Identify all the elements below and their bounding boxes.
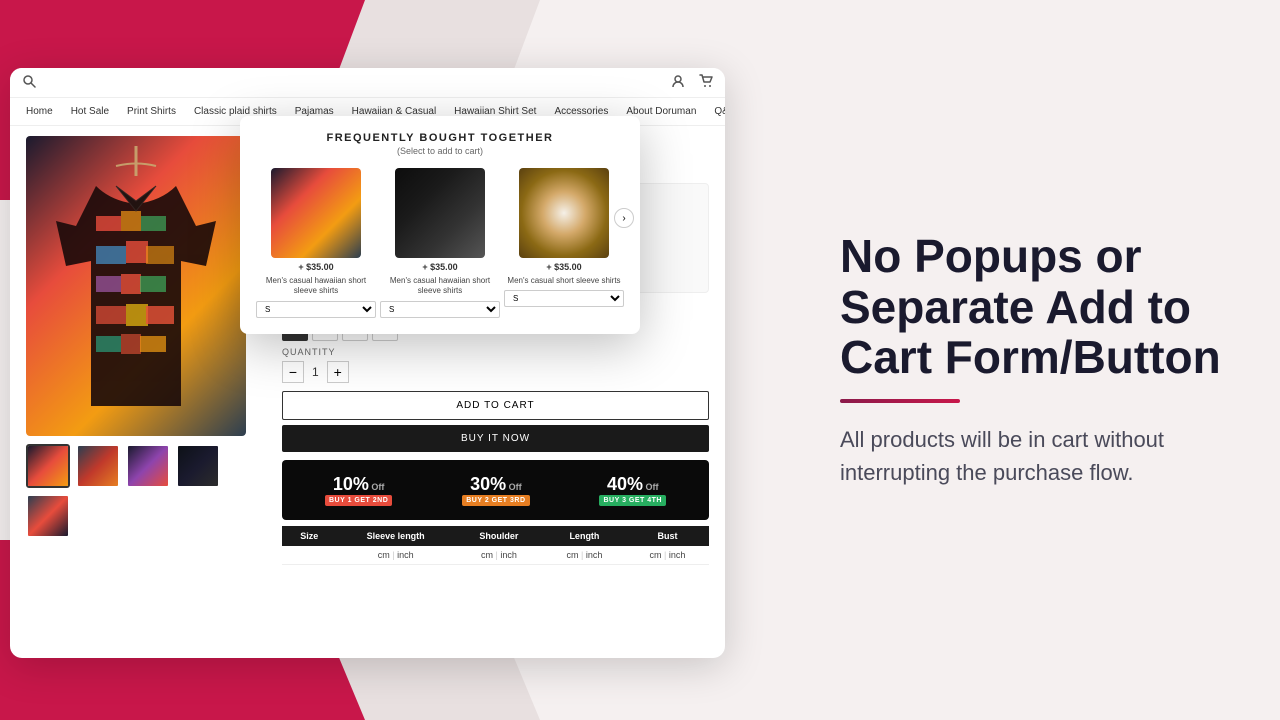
- size-table-unit-shoulder: cm | inch: [455, 546, 543, 565]
- fbt-modal-next-btn[interactable]: ›: [614, 208, 634, 228]
- fbt-modal-product-3: + $35.00 Men's casual short sleeve shirt…: [504, 168, 624, 307]
- main-description: All products will be in cart without int…: [840, 423, 1230, 489]
- nav-home[interactable]: Home: [26, 106, 53, 117]
- buy-it-now-button[interactable]: BUY IT NOW: [282, 425, 709, 452]
- thumbnail-5[interactable]: [26, 494, 70, 538]
- nav-print-shirts[interactable]: Print Shirts: [127, 106, 176, 117]
- fbt-modal-name-1: Men's casual hawaiian short sleeve shirt…: [256, 276, 376, 297]
- nav-hot-sale[interactable]: Hot Sale: [71, 106, 109, 117]
- fbt-modal-size-1[interactable]: SMLXL: [256, 301, 376, 318]
- user-cart-area: [671, 74, 713, 91]
- size-table-unit-size: [282, 546, 336, 565]
- fbt-modal-product-1: + $35.00 Men's casual hawaiian short sle…: [256, 168, 376, 318]
- thumbnail-1[interactable]: [26, 444, 70, 488]
- qty-decrease-btn[interactable]: −: [282, 361, 304, 383]
- thumbnail-4[interactable]: [176, 444, 220, 488]
- right-section: No Popups or Separate Add to Cart Form/B…: [800, 0, 1280, 720]
- thumbnail-3[interactable]: [126, 444, 170, 488]
- size-table: Size Sleeve length Shoulder Length Bust …: [282, 526, 709, 565]
- sleeve-inch-link[interactable]: inch: [397, 550, 414, 560]
- qty-control: − 1 +: [282, 361, 709, 383]
- qty-section: QUANTITY − 1 +: [282, 347, 709, 383]
- fbt-modal-img-1: [271, 168, 361, 258]
- browser-topbar: [10, 68, 725, 98]
- length-cm-link[interactable]: cm: [567, 550, 579, 560]
- discount-tag-3: BUY 3 GET 4TH: [599, 495, 666, 506]
- qty-label: QUANTITY: [282, 347, 709, 357]
- qty-value: 1: [312, 365, 319, 379]
- discount-tag-2: BUY 2 GET 3RD: [462, 495, 529, 506]
- nav-about[interactable]: About Doruman: [626, 106, 696, 117]
- size-table-header-bust: Bust: [626, 526, 709, 546]
- add-to-cart-button[interactable]: ADD TO CART: [282, 391, 709, 420]
- main-heading: No Popups or Separate Add to Cart Form/B…: [840, 231, 1230, 383]
- search-icon[interactable]: [22, 74, 36, 91]
- size-table-unit-row: cm | inch cm | inch cm | inch: [282, 546, 709, 565]
- discount-item-2: 30% Off BUY 2 GET 3RD: [462, 474, 529, 506]
- fbt-modal-name-2: Men's casual hawaiian short sleeve shirt…: [380, 276, 500, 297]
- bust-inch-link[interactable]: inch: [669, 550, 686, 560]
- shoulder-cm-link[interactable]: cm: [481, 550, 493, 560]
- discount-item-3: 40% Off BUY 3 GET 4TH: [599, 474, 666, 506]
- qty-increase-btn[interactable]: +: [327, 361, 349, 383]
- fbt-modal-products: + $35.00 Men's casual hawaiian short sle…: [256, 168, 624, 318]
- heading-divider: [840, 399, 960, 403]
- nav-qa[interactable]: Q&A: [714, 106, 725, 117]
- discount-off-2: Off: [506, 482, 522, 492]
- fbt-modal: FREQUENTLY BOUGHT TOGETHER (Select to ad…: [240, 116, 640, 334]
- length-inch-link[interactable]: inch: [586, 550, 603, 560]
- thumbnail-2[interactable]: [76, 444, 120, 488]
- fbt-modal-subtitle: (Select to add to cart): [256, 146, 624, 156]
- fbt-modal-title: FREQUENTLY BOUGHT TOGETHER: [256, 132, 624, 144]
- discount-item-1: 10% Off BUY 1 GET 2ND: [325, 474, 392, 506]
- size-table-header-sleeve: Sleeve length: [336, 526, 454, 546]
- fbt-modal-name-3: Men's casual short sleeve shirts: [507, 276, 620, 286]
- discount-pct-2: 30% Off: [470, 474, 522, 495]
- discount-off-1: Off: [369, 482, 385, 492]
- size-table-unit-length: cm | inch: [543, 546, 626, 565]
- fbt-modal-price-3: + $35.00: [546, 262, 581, 272]
- size-table-unit-sleeve: cm | inch: [336, 546, 454, 565]
- discount-off-3: Off: [643, 482, 659, 492]
- size-table-header-size: Size: [282, 526, 336, 546]
- discount-tag-1: BUY 1 GET 2ND: [325, 495, 392, 506]
- fbt-modal-img-3: [519, 168, 609, 258]
- fbt-modal-img-2: [395, 168, 485, 258]
- fbt-modal-price-2: + $35.00: [422, 262, 457, 272]
- discount-banner: 10% Off BUY 1 GET 2ND 30% Off BUY 2 GET …: [282, 460, 709, 520]
- fbt-modal-size-3[interactable]: SMLXL: [504, 290, 624, 307]
- product-images: [26, 136, 266, 636]
- fbt-modal-size-2[interactable]: SMLXL: [380, 301, 500, 318]
- fbt-modal-product-2: + $35.00 Men's casual hawaiian short sle…: [380, 168, 500, 318]
- thumbnail-row: [26, 444, 266, 538]
- size-table-header-length: Length: [543, 526, 626, 546]
- shoulder-inch-link[interactable]: inch: [500, 550, 517, 560]
- browser-window: Home Hot Sale Print Shirts Classic plaid…: [10, 68, 725, 658]
- fbt-modal-price-1: + $35.00: [298, 262, 333, 272]
- size-table-header-shoulder: Shoulder: [455, 526, 543, 546]
- user-icon[interactable]: [671, 74, 685, 91]
- discount-pct-1: 10% Off: [333, 474, 385, 495]
- bust-cm-link[interactable]: cm: [650, 550, 662, 560]
- main-product-image: [26, 136, 246, 436]
- cart-icon[interactable]: [699, 74, 713, 91]
- discount-pct-3: 40% Off: [607, 474, 659, 495]
- sleeve-cm-link[interactable]: cm: [378, 550, 390, 560]
- size-table-unit-bust: cm | inch: [626, 546, 709, 565]
